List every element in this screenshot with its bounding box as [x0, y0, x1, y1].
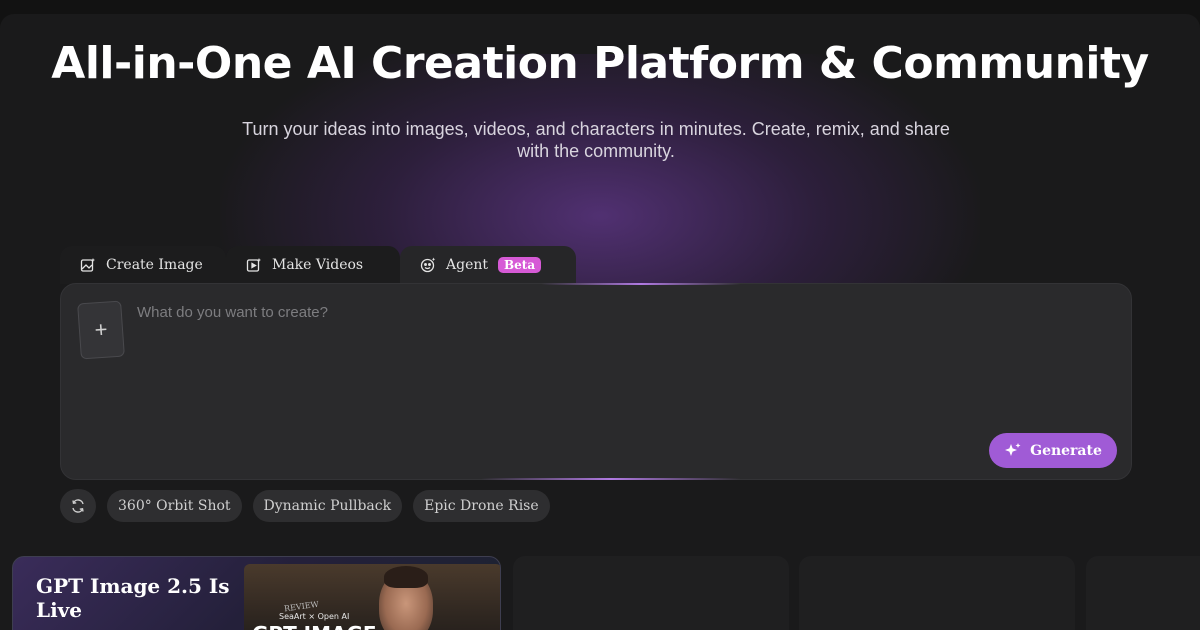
- tab-agent[interactable]: Agent Beta: [400, 246, 576, 284]
- prompt-panel: + Generate: [60, 283, 1132, 480]
- sparkle-icon: [1005, 442, 1021, 456]
- plus-icon: +: [93, 316, 109, 343]
- tab-make-videos-label: Make Videos: [272, 257, 364, 273]
- beta-badge: Beta: [498, 257, 542, 273]
- tab-create-image[interactable]: Create Image: [60, 246, 226, 284]
- prompt-input[interactable]: [137, 304, 1097, 444]
- suggestion-chips: 360° Orbit Shot Dynamic Pullback Epic Dr…: [60, 489, 550, 523]
- promo-image: REVIEW SeaArt × Open AI GPT IMAGE: [244, 564, 500, 630]
- generate-button[interactable]: Generate: [989, 433, 1117, 468]
- image-sparkle-icon: [80, 258, 95, 272]
- tab-make-videos[interactable]: Make Videos: [226, 246, 400, 284]
- promo-image-brand: SeaArt × Open AI: [279, 612, 350, 621]
- upload-reference-button[interactable]: +: [77, 300, 125, 360]
- generate-label: Generate: [1030, 442, 1102, 459]
- chip-epic-drone-rise[interactable]: Epic Drone Rise: [413, 490, 550, 522]
- promo-portrait-hair: [384, 566, 428, 588]
- prompt-glow-bottom: [481, 478, 741, 480]
- video-sparkle-icon: [246, 258, 261, 272]
- agent-face-icon: [420, 257, 436, 273]
- mode-tabs: Create Image Make Videos Agent Beta: [60, 246, 576, 284]
- hero-title: All-in-One AI Creation Platform & Commun…: [51, 38, 1149, 89]
- chip-360-orbit-shot[interactable]: 360° Orbit Shot: [107, 490, 242, 522]
- promo-card[interactable]: GPT Image 2.5 Is Live REVIEW SeaArt × Op…: [12, 556, 501, 630]
- feed-card[interactable]: [513, 556, 789, 630]
- hero-subtitle: Turn your ideas into images, videos, and…: [242, 119, 950, 161]
- prompt-glow-top: [541, 283, 741, 285]
- chip-dynamic-pullback[interactable]: Dynamic Pullback: [252, 490, 403, 522]
- promo-title: GPT Image 2.5 Is Live: [36, 574, 230, 622]
- tab-create-image-label: Create Image: [106, 257, 203, 273]
- feed-card[interactable]: [799, 556, 1075, 630]
- feed-card[interactable]: [1086, 556, 1200, 630]
- tab-agent-label: Agent: [446, 257, 488, 273]
- promo-image-heading: GPT IMAGE: [252, 622, 377, 630]
- refresh-icon: [72, 499, 84, 513]
- refresh-suggestions-button[interactable]: [60, 489, 96, 523]
